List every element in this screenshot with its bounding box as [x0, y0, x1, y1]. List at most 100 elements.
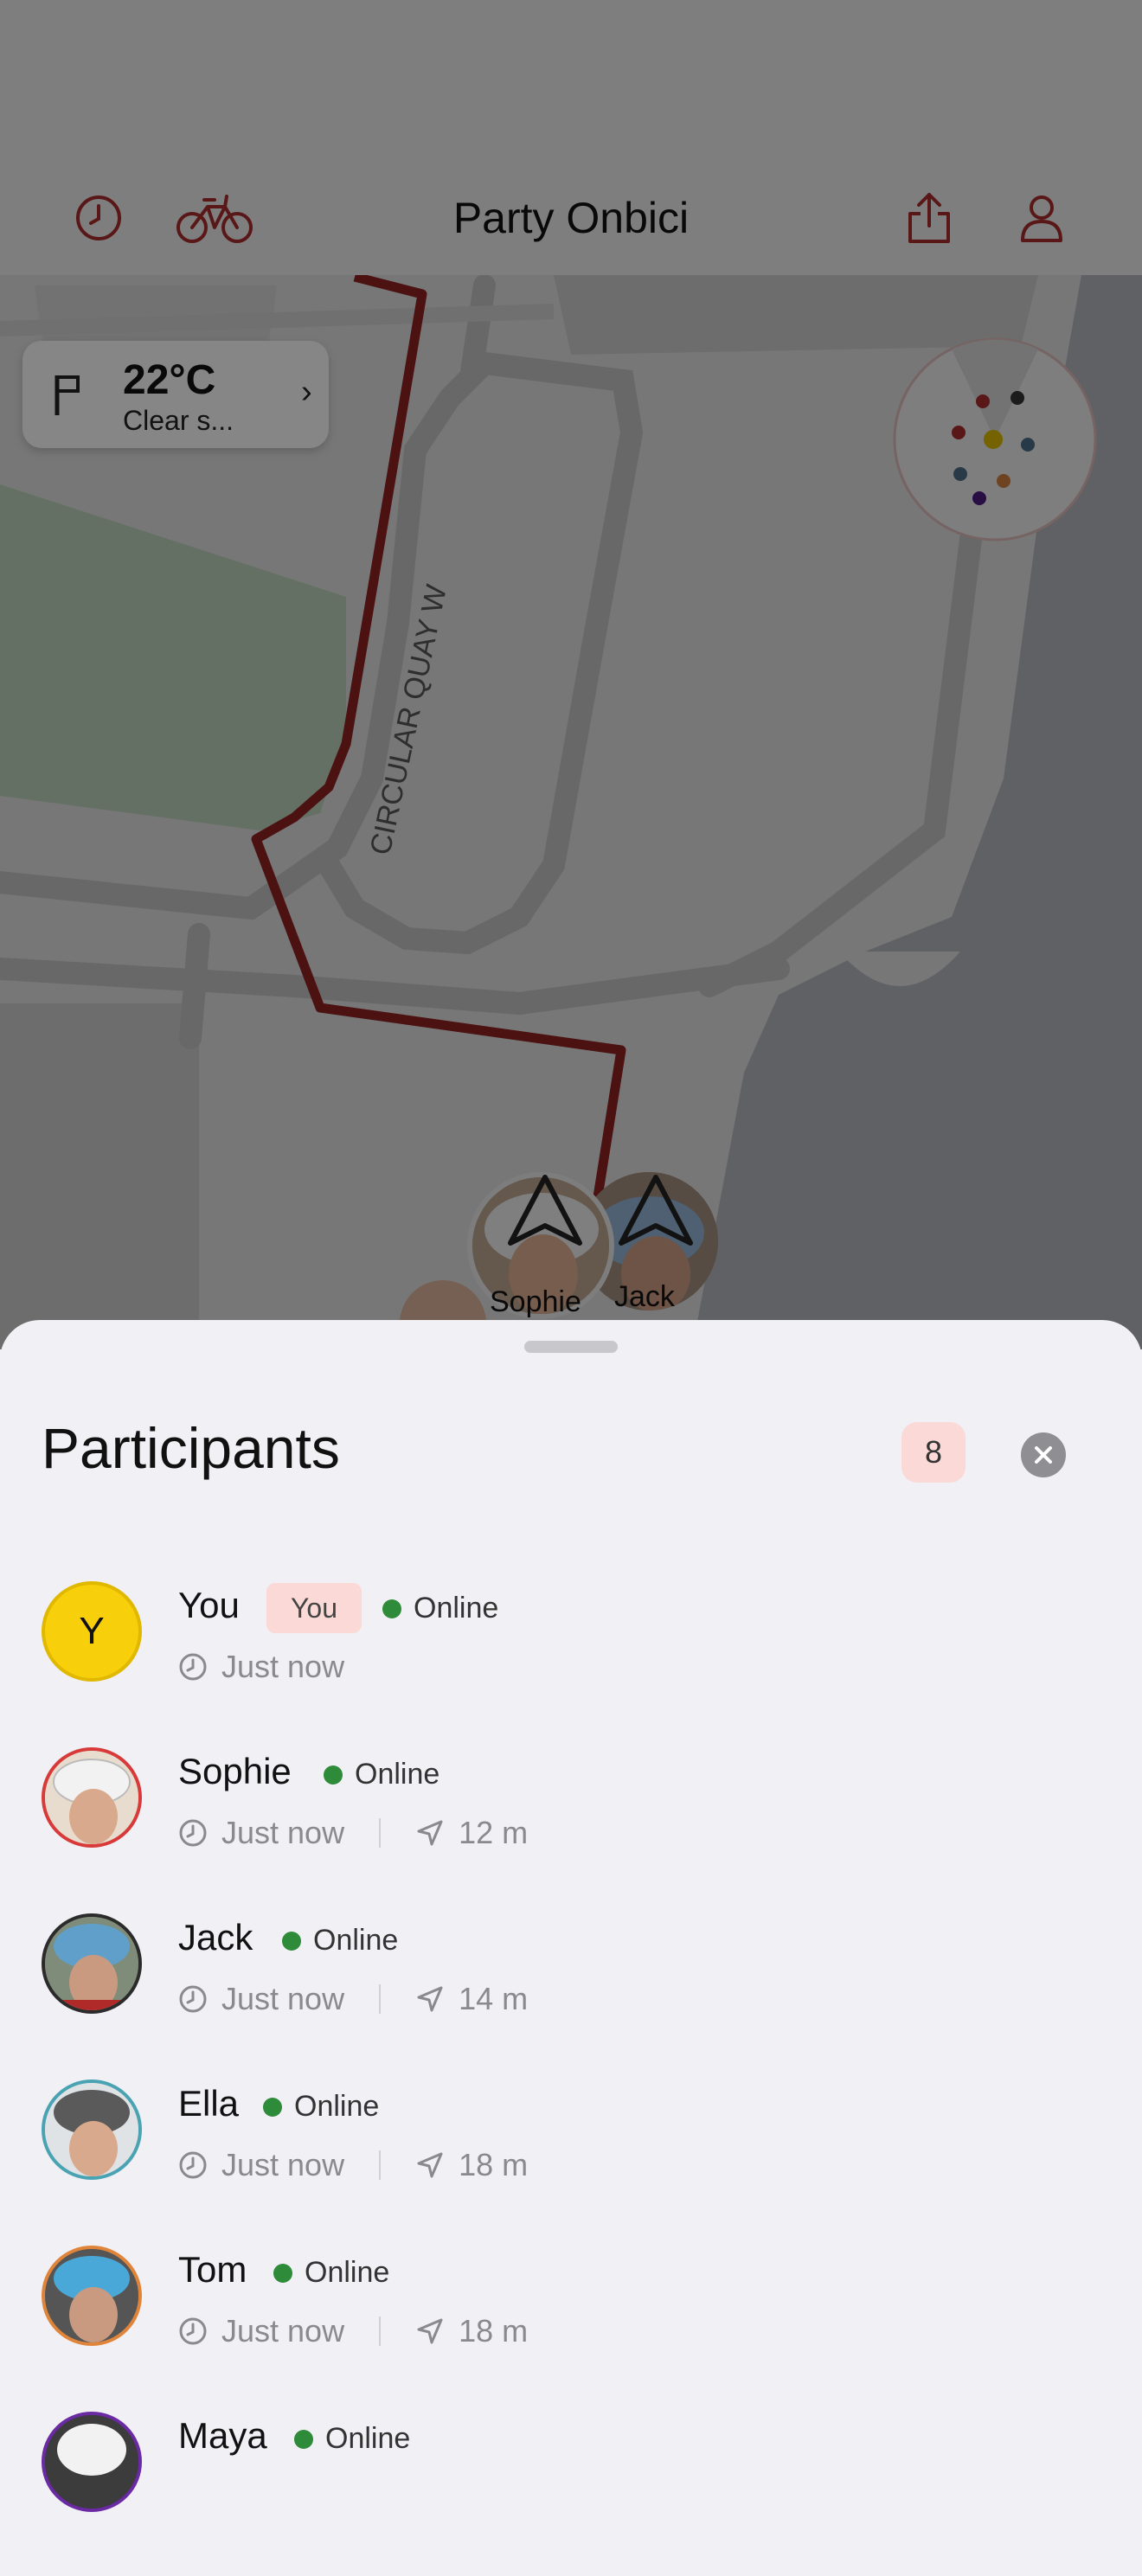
participant-meta: Just now	[178, 1649, 344, 1685]
status-text: Online	[294, 2090, 380, 2123]
share-icon	[908, 193, 950, 243]
participant-name: Ella	[178, 2083, 240, 2124]
clock-icon	[179, 1653, 207, 1681]
participant-name: Jack	[178, 1917, 253, 1958]
participant-row-jack[interactable]: Jack Online Just now 14 m	[0, 1913, 1142, 2078]
status-indicator: Online	[382, 1592, 498, 1625]
clock-icon	[179, 1819, 207, 1847]
flag-icon	[55, 375, 80, 415]
minimap-rider-dot	[1021, 438, 1035, 452]
minimap-rider-dot	[976, 394, 990, 408]
distance: 14 m	[459, 1981, 529, 2016]
jack-avatar-photo	[45, 1917, 138, 2010]
status-indicator: Online	[324, 1758, 439, 1791]
status-indicator: Online	[282, 1924, 398, 1958]
online-dot	[263, 2097, 282, 2117]
online-dot	[273, 2263, 292, 2283]
online-dot	[382, 1599, 401, 1618]
self-badge: You	[266, 1583, 362, 1633]
participant-meta: Just now 18 m	[178, 2313, 528, 2349]
weather-card[interactable]: 22°C Clear s... ›	[22, 341, 329, 448]
participant-name: Tom	[178, 2249, 247, 2290]
online-dot	[324, 1765, 343, 1785]
last-seen: Just now	[221, 2147, 345, 2182]
page-title: Party Onbici	[452, 194, 690, 242]
minimap-rider-dot	[984, 430, 1003, 449]
profile-button[interactable]	[1007, 183, 1076, 253]
clock-icon	[179, 2151, 207, 2179]
heading-arrow-icon	[508, 1175, 582, 1246]
meta-divider	[379, 1818, 382, 1848]
participant-row-tom[interactable]: Tom Online Just now 18 m	[0, 2246, 1142, 2410]
minimap[interactable]	[891, 336, 1099, 543]
distance: 18 m	[459, 2313, 529, 2349]
share-button[interactable]	[895, 183, 964, 253]
meta-divider	[379, 2316, 382, 2346]
participant-meta: Just now 18 m	[178, 2147, 528, 2183]
participant-meta: Just now 14 m	[178, 1981, 528, 2017]
minimap-rider-dot	[972, 491, 986, 505]
last-seen: Just now	[221, 1981, 345, 2016]
distance: 18 m	[459, 2147, 529, 2182]
avatar	[42, 2246, 142, 2346]
participant-row-you[interactable]: Y You You Online Just now	[0, 1581, 1142, 1746]
heading-arrow-icon	[619, 1175, 693, 1246]
avatar	[42, 2412, 142, 2512]
clock-icon	[179, 2317, 207, 2345]
sheet-drag-handle[interactable]	[524, 1341, 618, 1353]
minimap-rider-dot	[997, 474, 1010, 488]
participant-row-maya[interactable]: Maya Online	[0, 2412, 1142, 2576]
top-bar: Party Onbici	[0, 0, 1142, 275]
map-marker-label: Sophie	[490, 1285, 581, 1318]
weather-temperature: 22°C	[123, 357, 216, 403]
participant-row-ella[interactable]: Ella Online Just now 18 m	[0, 2079, 1142, 2244]
sheet-title: Participants	[42, 1416, 340, 1480]
status-indicator: Online	[294, 2422, 410, 2456]
avatar	[42, 1913, 142, 2014]
weather-condition: Clear s...	[123, 405, 234, 436]
close-button[interactable]	[1021, 1432, 1066, 1477]
meta-divider	[379, 1984, 382, 2014]
avatar: Y	[42, 1581, 142, 1682]
participant-name: You	[178, 1585, 240, 1625]
participant-name: Maya	[178, 2415, 267, 2456]
avatar	[42, 1747, 142, 1848]
maya-avatar-photo	[45, 2415, 138, 2509]
person-icon	[1021, 195, 1062, 242]
location-arrow-icon	[417, 2318, 443, 2344]
sophie-avatar-photo	[45, 1751, 138, 1844]
location-arrow-icon	[417, 1986, 443, 2012]
location-arrow-icon	[417, 2152, 443, 2178]
participant-name: Sophie	[178, 1751, 292, 1791]
status-text: Online	[414, 1592, 499, 1624]
status-text: Online	[355, 1758, 440, 1791]
minimap-rider-dot	[1010, 391, 1024, 405]
last-seen: Just now	[221, 2313, 345, 2349]
status-text: Online	[313, 1924, 399, 1957]
online-dot	[282, 1931, 301, 1951]
meta-divider	[379, 2150, 382, 2180]
clock-icon	[179, 1985, 207, 2013]
distance: 12 m	[459, 1815, 529, 1850]
avatar	[42, 2079, 142, 2180]
tom-avatar-photo	[45, 2249, 138, 2342]
minimap-rider-dot	[952, 426, 966, 439]
last-seen: Just now	[221, 1649, 345, 1684]
minimap-radar	[893, 337, 1097, 541]
status-indicator: Online	[263, 2090, 379, 2124]
close-icon	[1035, 1446, 1052, 1464]
participant-row-sophie[interactable]: Sophie Online Just now 12 m	[0, 1747, 1142, 1912]
chevron-right-icon: ›	[301, 374, 312, 410]
online-dot	[294, 2429, 313, 2449]
map-marker-label: Jack	[614, 1280, 675, 1313]
status-indicator: Online	[273, 2256, 389, 2290]
status-text: Online	[305, 2256, 390, 2289]
status-text: Online	[325, 2422, 411, 2455]
participants-sheet: Participants 8 Y You You Online Just now…	[0, 1320, 1142, 2512]
participant-meta: Just now 12 m	[178, 1815, 528, 1851]
participant-count-badge: 8	[901, 1422, 966, 1483]
minimap-rider-dot	[953, 467, 967, 481]
last-seen: Just now	[221, 1815, 345, 1850]
avatar-initial: Y	[79, 1610, 105, 1652]
ella-avatar-photo	[45, 2083, 138, 2176]
